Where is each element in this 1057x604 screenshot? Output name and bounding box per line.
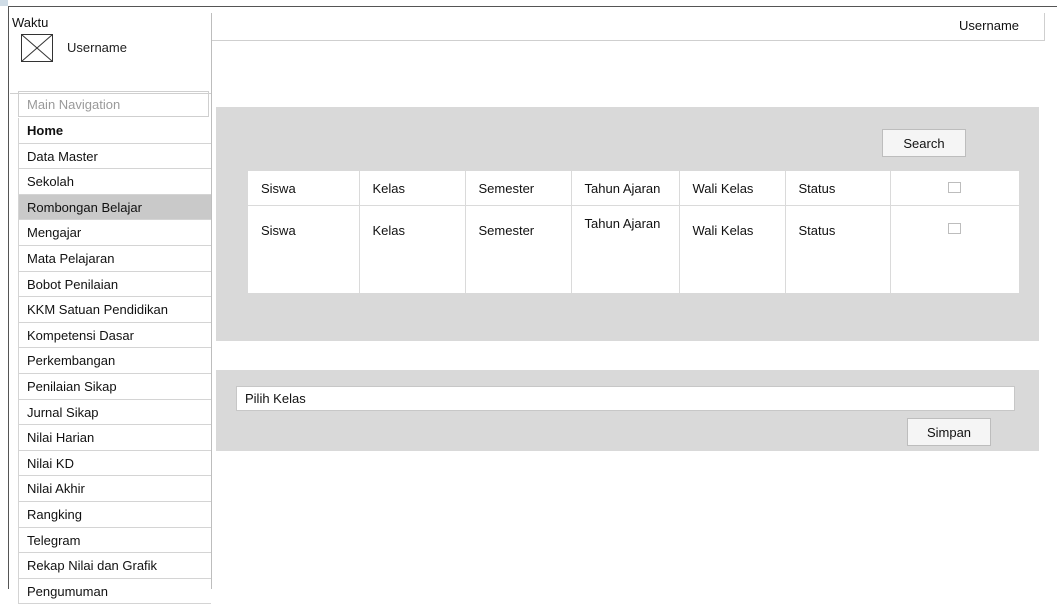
sidebar-item-nilai-harian[interactable]: Nilai Harian	[18, 425, 211, 451]
search-button[interactable]: Search	[882, 129, 966, 157]
cell-kelas: Kelas	[359, 205, 466, 293]
cell-kelas: Kelas	[359, 171, 466, 206]
row-checkbox[interactable]	[948, 181, 962, 193]
kelas-panel: Simpan	[216, 370, 1039, 451]
simpan-button[interactable]: Simpan	[907, 418, 991, 446]
sidebar-item-home[interactable]: Home	[18, 118, 211, 144]
table-row: Siswa Kelas Semester Tahun Ajaran Wali K…	[248, 171, 1019, 206]
sidebar-item-rangking[interactable]: Rangking	[18, 501, 211, 528]
sidebar-item-nilai-akhir[interactable]: Nilai Akhir	[18, 476, 211, 502]
sidebar-item-sekolah[interactable]: Sekolah	[18, 169, 211, 195]
sidebar-item-penilaian-sikap[interactable]: Penilaian Sikap	[18, 373, 211, 400]
main-navigation-header: Main Navigation	[18, 91, 209, 117]
cell-tahun-ajaran: Tahun Ajaran	[571, 171, 680, 206]
sidebar-item-nilai-kd[interactable]: Nilai KD	[18, 450, 211, 477]
cell-select	[890, 206, 1019, 294]
top-bar-edge	[1044, 13, 1045, 40]
cell-siswa: Siswa	[248, 205, 360, 293]
rombel-table: Siswa Kelas Semester Tahun Ajaran Wali K…	[248, 171, 1019, 293]
sidebar-divider	[211, 13, 212, 589]
sidebar-item-telegram[interactable]: Telegram	[18, 527, 211, 554]
sidebar-username: Username	[67, 40, 127, 55]
search-panel: Search Siswa Kelas Semester Tahun Ajaran…	[216, 107, 1039, 341]
sidebar-item-rombongan-belajar[interactable]: Rombongan Belajar	[18, 194, 211, 221]
sidebar-item-mata-pelajaran[interactable]: Mata Pelajaran	[18, 245, 211, 272]
cell-status: Status	[785, 205, 891, 293]
sidebar-item-bobot-penilaian[interactable]: Bobot Penilaian	[18, 271, 211, 298]
cell-semester: Semester	[465, 171, 572, 206]
cell-semester: Semester	[465, 205, 572, 293]
sidebar-item-perkembangan[interactable]: Perkembangan	[18, 348, 211, 374]
pilih-kelas-input[interactable]	[236, 386, 1015, 411]
time-label: Waktu	[12, 15, 49, 30]
cell-select	[890, 171, 1019, 206]
main-navigation: Home Data Master Sekolah Rombongan Belajar M…	[18, 118, 211, 604]
sidebar-item-pengumuman[interactable]: Pengumuman	[18, 578, 211, 604]
table-row: Siswa Kelas Semester Tahun Ajaran Wali K…	[248, 205, 1019, 294]
sidebar-item-mengajar[interactable]: Mengajar	[18, 220, 211, 246]
sidebar-item-rekap-nilai-dan-grafik[interactable]: Rekap Nilai dan Grafik	[18, 553, 211, 579]
sidebar-item-kkm-satuan-pendidikan[interactable]: KKM Satuan Pendidikan	[18, 297, 211, 323]
cell-wali-kelas: Wali Kelas	[679, 205, 786, 293]
sidebar-item-jurnal-sikap[interactable]: Jurnal Sikap	[18, 399, 211, 426]
cell-tahun-ajaran: Tahun Ajaran	[571, 205, 680, 293]
cell-status: Status	[785, 171, 891, 206]
sidebar-item-kompetensi-dasar[interactable]: Kompetensi Dasar	[18, 322, 211, 349]
cell-siswa: Siswa	[248, 171, 360, 206]
row-checkbox[interactable]	[948, 223, 962, 234]
cell-wali-kelas: Wali Kelas	[679, 171, 786, 206]
avatar-placeholder-icon	[21, 34, 53, 62]
sidebar-item-data-master[interactable]: Data Master	[18, 143, 211, 170]
window-corner	[0, 0, 8, 6]
top-bar: Username	[212, 13, 1045, 41]
user-menu[interactable]: Username	[959, 18, 1019, 33]
